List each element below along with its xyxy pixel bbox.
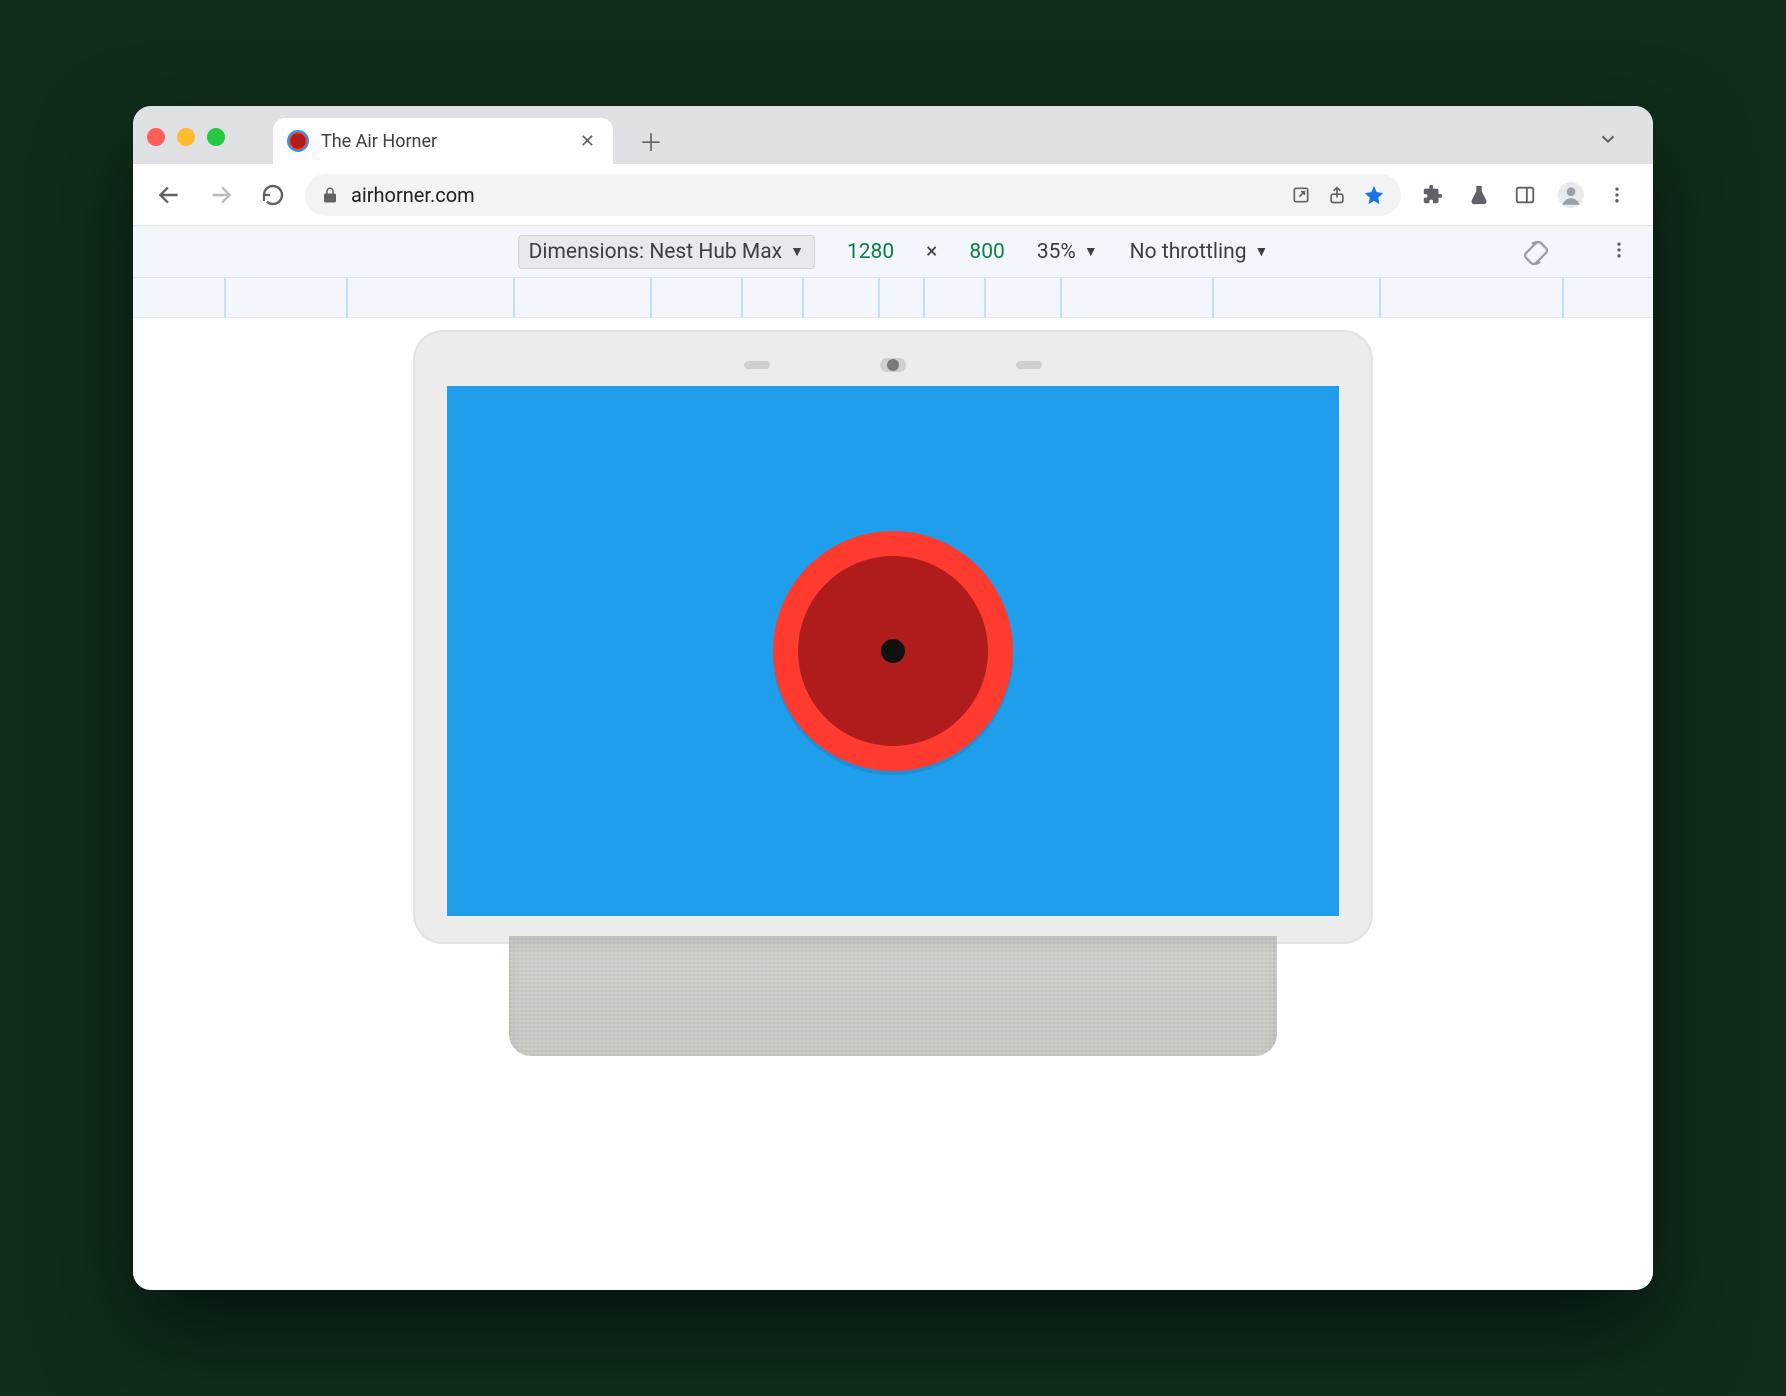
air-horn-inner-icon	[798, 556, 988, 746]
browser-toolbar: airhorner.com	[133, 164, 1653, 226]
viewport-height-input[interactable]: 800	[969, 240, 1004, 264]
address-bar[interactable]: airhorner.com	[305, 174, 1401, 216]
rotate-device-button[interactable]	[1519, 236, 1553, 270]
air-horn-dot-icon	[881, 639, 905, 663]
omnibox-actions	[1291, 184, 1385, 206]
reload-button[interactable]	[253, 175, 293, 215]
new-tab-button[interactable]: ＋	[631, 120, 671, 160]
browser-window: The Air Horner ✕ ＋ airhorner.com	[133, 106, 1653, 1290]
throttling-dropdown[interactable]: No throttling ▼	[1130, 240, 1269, 264]
lock-icon	[321, 186, 339, 204]
chrome-menu-button[interactable]	[1597, 175, 1637, 215]
url-text: airhorner.com	[351, 183, 1279, 207]
profile-button[interactable]	[1551, 175, 1591, 215]
bookmark-star-icon[interactable]	[1363, 184, 1385, 206]
throttling-value: No throttling	[1130, 240, 1247, 264]
devtools-viewport	[133, 318, 1653, 1290]
devtools-ruler	[133, 278, 1653, 318]
zoom-dropdown[interactable]: 35% ▼	[1037, 240, 1098, 264]
browser-tab[interactable]: The Air Horner ✕	[273, 118, 613, 164]
toolbar-right	[1413, 175, 1637, 215]
camera-icon	[880, 358, 906, 372]
close-tab-button[interactable]: ✕	[576, 127, 599, 156]
side-panel-button[interactable]	[1505, 175, 1545, 215]
window-controls	[147, 128, 225, 146]
sensor-icon	[1016, 361, 1042, 369]
tab-favicon-icon	[287, 130, 309, 152]
back-button[interactable]	[149, 175, 189, 215]
device-frame-nest-hub-max	[413, 330, 1373, 1056]
minimize-window-button[interactable]	[177, 128, 195, 146]
zoom-value: 35%	[1037, 240, 1076, 264]
device-dimensions-label: Dimensions: Nest Hub Max	[529, 240, 782, 264]
device-bezel	[413, 330, 1373, 944]
device-stand	[509, 936, 1277, 1056]
sensor-icon	[744, 361, 770, 369]
devtools-more-options-button[interactable]	[1609, 240, 1629, 260]
air-horn-button[interactable]	[773, 531, 1013, 771]
chevron-down-icon: ▼	[790, 243, 804, 260]
labs-button[interactable]	[1459, 175, 1499, 215]
fullscreen-window-button[interactable]	[207, 128, 225, 146]
tab-strip: The Air Horner ✕ ＋	[133, 106, 1653, 164]
share-icon[interactable]	[1327, 185, 1347, 205]
tabs-dropdown-button[interactable]	[1591, 122, 1625, 156]
chevron-down-icon: ▼	[1255, 243, 1269, 260]
open-external-icon[interactable]	[1291, 185, 1311, 205]
devtools-device-toolbar: Dimensions: Nest Hub Max ▼ 1280 × 800 35…	[133, 226, 1653, 278]
device-sensors	[447, 358, 1339, 372]
extensions-button[interactable]	[1413, 175, 1453, 215]
forward-button[interactable]	[201, 175, 241, 215]
chevron-down-icon: ▼	[1084, 243, 1098, 260]
device-screen[interactable]	[447, 386, 1339, 916]
close-window-button[interactable]	[147, 128, 165, 146]
device-dimensions-dropdown[interactable]: Dimensions: Nest Hub Max ▼	[518, 235, 815, 269]
tab-title: The Air Horner	[321, 131, 564, 152]
viewport-width-input[interactable]: 1280	[847, 240, 894, 264]
dimension-separator: ×	[926, 240, 937, 264]
